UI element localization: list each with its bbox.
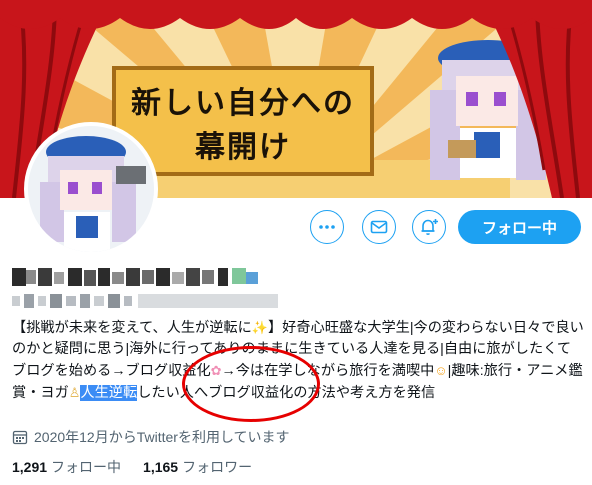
yoga-person-icon: ♙ bbox=[68, 385, 81, 400]
profile-stats: 1,291 フォロー中 1,165 フォロワー bbox=[12, 457, 274, 477]
bio-highlighted-text: 人生逆転 bbox=[80, 385, 138, 401]
curtain-valance bbox=[0, 0, 592, 29]
calendar-icon bbox=[12, 430, 28, 445]
join-date-text: 2020年12月からTwitterを利用しています bbox=[34, 429, 290, 445]
handle-pixelated bbox=[12, 294, 278, 308]
more-dots-icon bbox=[319, 225, 335, 229]
sparkles-icon: ✨ bbox=[251, 320, 268, 335]
avatar-character-image bbox=[28, 126, 154, 252]
followers-stat-link[interactable]: 1,165 フォロワー bbox=[143, 457, 252, 477]
message-button[interactable] bbox=[362, 210, 396, 244]
followers-count: 1,165 bbox=[143, 459, 179, 475]
mail-icon bbox=[370, 220, 388, 234]
bell-plus-icon bbox=[421, 219, 438, 235]
display-name-pixelated bbox=[12, 268, 258, 286]
join-date: 2020年12月からTwitterを利用しています bbox=[12, 427, 290, 447]
following-button[interactable]: フォロー中 bbox=[458, 210, 581, 244]
following-count: 1,291 bbox=[12, 459, 48, 475]
bio-text-1: 【挑戦が未来を変えて、人生が逆転に bbox=[12, 320, 252, 336]
notification-button[interactable] bbox=[412, 210, 446, 244]
more-button[interactable] bbox=[310, 210, 344, 244]
avatar[interactable] bbox=[24, 122, 158, 256]
banner-title-line1: 新しい自分への bbox=[131, 86, 355, 121]
smiling-face-icon: ☺ bbox=[434, 363, 448, 378]
following-label: フォロー中 bbox=[51, 459, 122, 475]
banner-title-line2: 幕開け bbox=[195, 130, 291, 165]
followers-label: フォロワー bbox=[182, 459, 253, 475]
red-annotation-circle bbox=[182, 346, 320, 422]
following-stat-link[interactable]: 1,291 フォロー中 bbox=[12, 457, 121, 477]
